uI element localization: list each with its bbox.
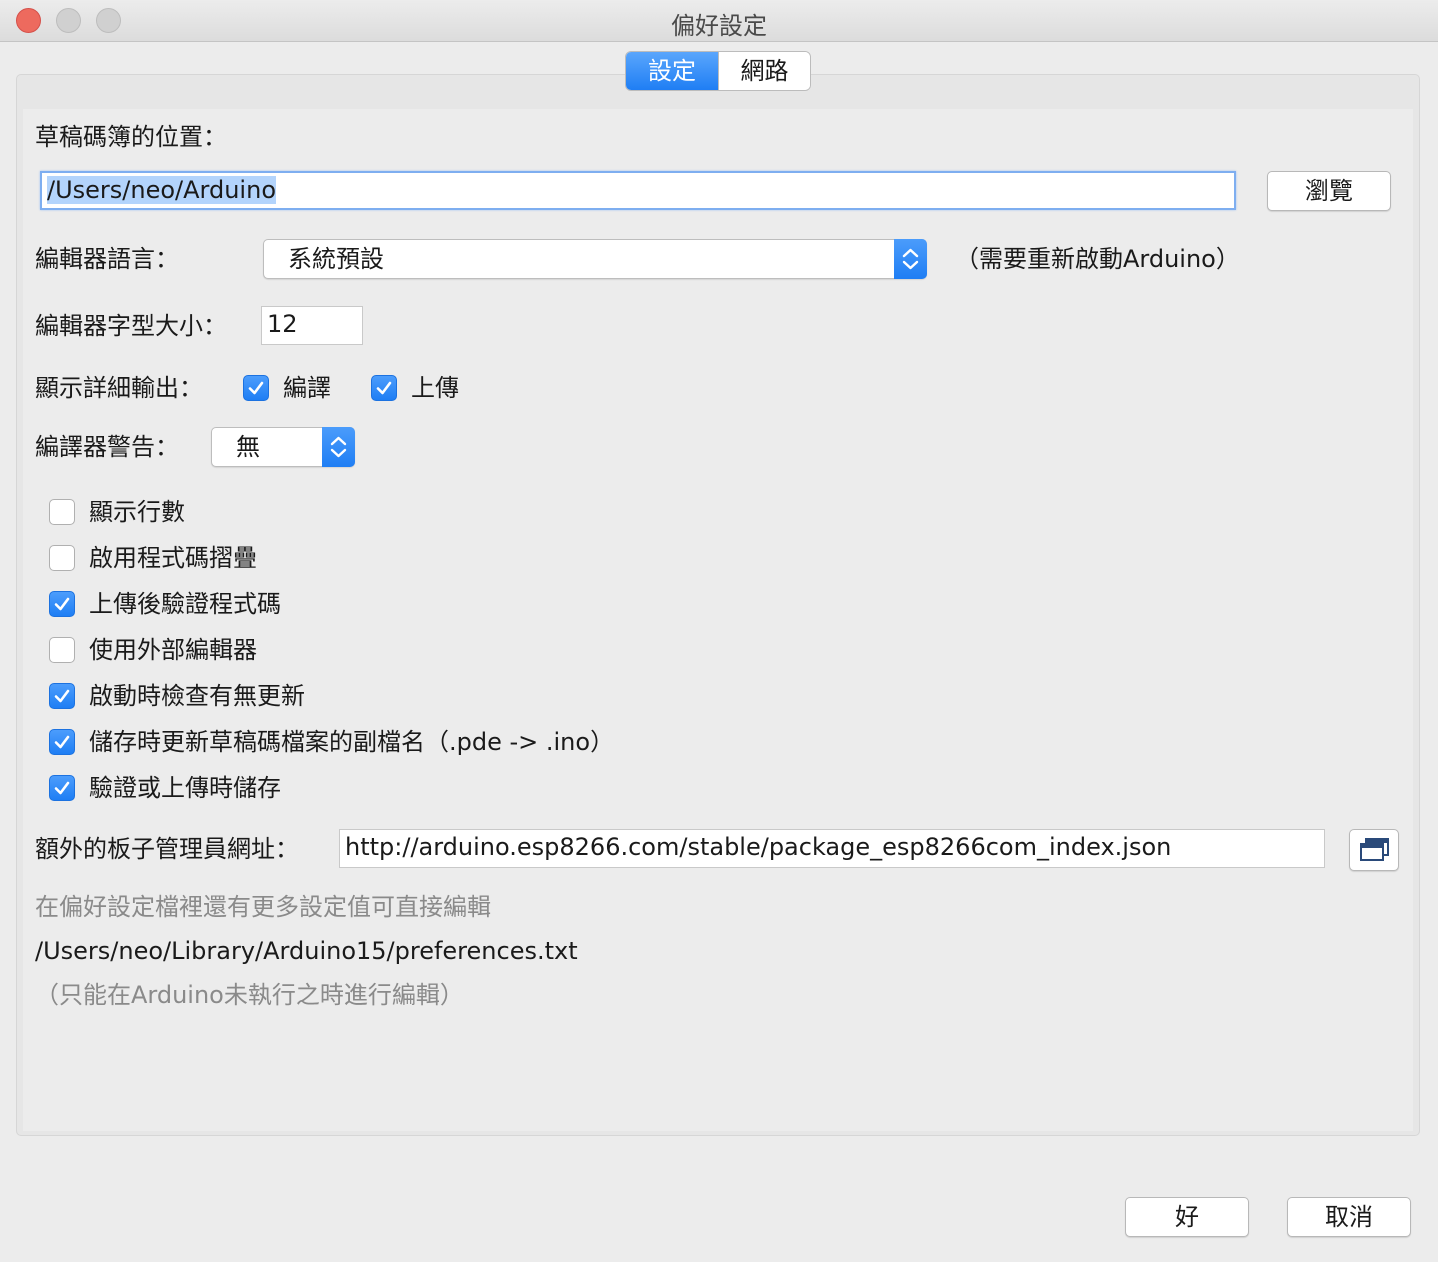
update-extension-label: 儲存時更新草稿碼檔案的副檔名（.pde -> .ino） [89,728,615,756]
preferences-file-path: /Users/neo/Library/Arduino15/preferences… [35,937,578,965]
check-updates-checkbox[interactable] [49,683,75,709]
tab-settings[interactable]: 設定 [626,52,718,90]
font-size-label: 編輯器字型大小： [35,312,227,340]
editor-language-value: 系統預設 [288,245,384,273]
window-title: 偏好設定 [671,12,767,40]
show-line-numbers-checkbox[interactable] [49,499,75,525]
board-manager-urls-value: http://arduino.esp8266.com/stable/packag… [345,833,1172,861]
browse-button[interactable]: 瀏覽 [1267,171,1391,211]
checkmark-icon [54,735,70,749]
checkmark-icon [54,689,70,703]
compiler-warnings-label: 編譯器警告： [35,433,179,461]
checkmark-icon [54,597,70,611]
external-editor-label: 使用外部編輯器 [89,636,257,664]
verify-after-upload-label: 上傳後驗證程式碼 [89,590,281,618]
code-folding-checkbox[interactable] [49,545,75,571]
tab-network[interactable]: 網路 [718,52,810,90]
more-preferences-text: 在偏好設定檔裡還有更多設定值可直接編輯 [35,893,491,921]
verbose-upload-label: 上傳 [411,374,459,402]
show-line-numbers-label: 顯示行數 [89,498,185,526]
up-down-chevron-icon [894,239,927,279]
board-manager-urls-label: 額外的板子管理員網址： [35,835,299,863]
edit-when-closed-note: （只能在Arduino未執行之時進行編輯） [35,981,464,1009]
cancel-button[interactable]: 取消 [1287,1197,1411,1237]
update-extension-checkbox[interactable] [49,729,75,755]
sketchbook-location-label: 草稿碼簿的位置： [35,123,227,151]
board-manager-urls-edit-button[interactable] [1349,829,1399,871]
sketchbook-location-value: /Users/neo/Arduino [47,176,276,204]
verbose-output-label: 顯示詳細輸出： [35,374,203,402]
ok-button[interactable]: 好 [1125,1197,1249,1237]
external-editor-checkbox[interactable] [49,637,75,663]
verify-after-upload-checkbox[interactable] [49,591,75,617]
compiler-warnings-select[interactable]: 無 [211,427,355,467]
checkmark-icon [248,381,264,395]
sketchbook-location-input[interactable]: /Users/neo/Arduino [40,171,1236,210]
font-size-value: 12 [267,310,298,338]
verbose-compile-checkbox[interactable] [243,375,269,401]
code-folding-label: 啟用程式碼摺疊 [89,544,257,572]
title-bar: 偏好設定 [0,0,1438,42]
font-size-input[interactable]: 12 [261,306,363,345]
checkmark-icon [54,781,70,795]
compiler-warnings-value: 無 [236,433,260,461]
window-list-icon [1360,838,1389,861]
verbose-compile-label: 編譯 [283,374,331,402]
save-on-verify-checkbox[interactable] [49,775,75,801]
board-manager-urls-input[interactable]: http://arduino.esp8266.com/stable/packag… [339,829,1325,868]
checkmark-icon [376,381,392,395]
verbose-upload-checkbox[interactable] [371,375,397,401]
editor-language-select[interactable]: 系統預設 [263,239,927,279]
check-updates-label: 啟動時檢查有無更新 [89,682,305,710]
save-on-verify-label: 驗證或上傳時儲存 [89,774,281,802]
up-down-chevron-icon [322,427,355,467]
tab-bar: 設定 網路 [625,51,811,91]
restart-required-note: （需要重新啟動Arduino） [955,245,1240,273]
editor-language-label: 編輯器語言： [35,245,179,273]
